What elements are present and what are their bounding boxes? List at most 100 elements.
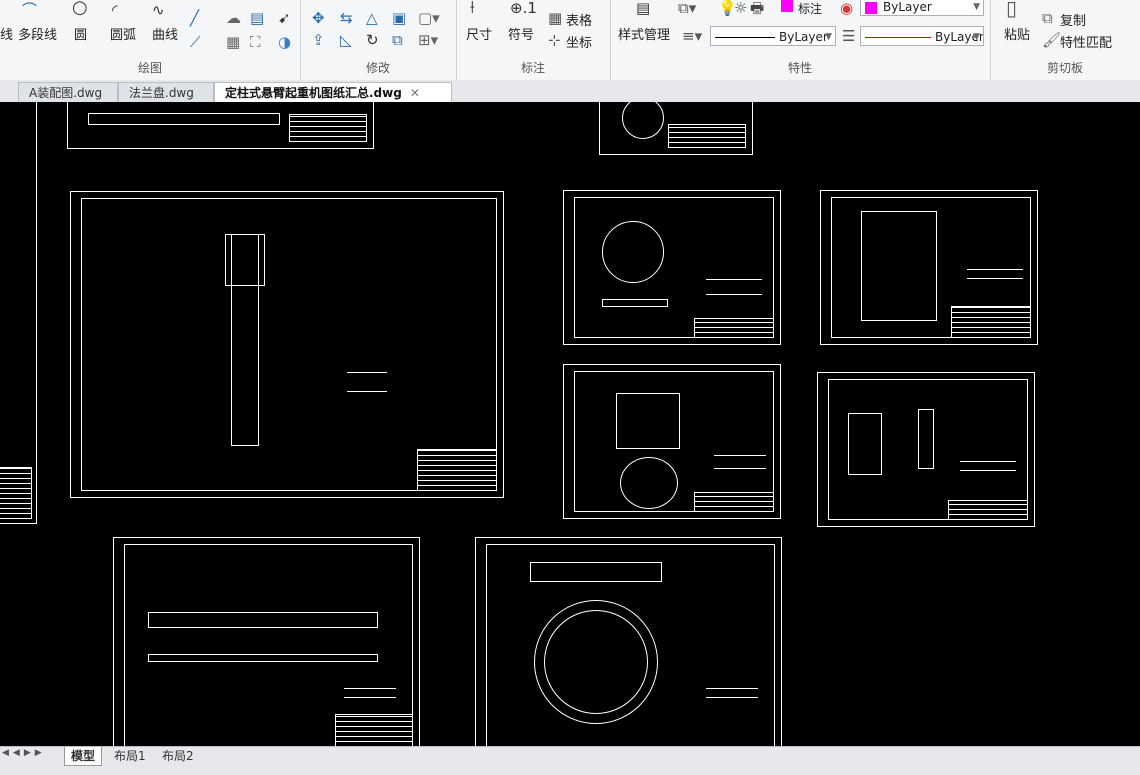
paste-button[interactable]: 粘贴 xyxy=(1004,24,1030,43)
chevron-down-icon: ▼ xyxy=(825,32,832,42)
linetype-value: ByLayer xyxy=(779,30,828,44)
title-block xyxy=(668,124,746,148)
explode-icon[interactable]: ▢▾ xyxy=(418,10,440,26)
table-button[interactable]: 表格 xyxy=(566,10,592,29)
hatch-icon[interactable]: ▤ xyxy=(250,10,264,26)
spline-button[interactable]: 曲线 xyxy=(152,24,178,43)
tab-flange[interactable]: 法兰盘.dwg xyxy=(118,82,214,102)
title-block xyxy=(335,714,413,746)
pin-part xyxy=(918,409,934,469)
dimension-icon: ⟊ xyxy=(470,0,475,18)
offset-icon[interactable]: ⧉ xyxy=(392,32,403,48)
sun-icon: ☼ xyxy=(734,0,748,17)
tab-crane-drawings[interactable]: 定柱式悬臂起重机图纸汇总.dwg ✕ xyxy=(214,82,452,102)
stretch-icon[interactable]: ⇪ xyxy=(312,32,325,48)
lineweight-dropdown[interactable]: ByLayer ▼ xyxy=(860,26,984,46)
tab-nav-arrows-icon[interactable]: ◀◀▶▶ xyxy=(2,748,46,758)
gradient-icon[interactable]: ◑ xyxy=(278,34,291,50)
circle-button[interactable]: 圆 xyxy=(74,24,87,43)
fillet-icon[interactable]: ◺ xyxy=(340,32,352,48)
note-block xyxy=(960,461,1016,471)
revcloud-icon[interactable]: ☁ xyxy=(226,10,241,26)
scale-icon[interactable]: △ xyxy=(366,10,378,26)
color-dropdown[interactable]: ByLayer ▼ xyxy=(860,0,984,16)
tab-layout2[interactable]: 布局2 xyxy=(156,747,200,765)
bushing-circle xyxy=(620,457,678,509)
close-icon[interactable]: ✕ xyxy=(410,86,420,100)
tab-label: 布局1 xyxy=(114,749,146,763)
note-block xyxy=(706,279,762,295)
arc-button[interactable]: 圆弧 xyxy=(110,24,136,43)
polyline-button[interactable]: 多段线 xyxy=(18,24,57,43)
title-block xyxy=(0,467,32,519)
tab-label: 模型 xyxy=(71,749,96,763)
circle-icon: ○ xyxy=(72,0,88,18)
drawing-sheet xyxy=(475,537,782,746)
properties-panel-title: 特性 xyxy=(787,61,812,75)
style-manager-icon: ▤ xyxy=(636,0,651,17)
match-properties-button[interactable]: 特性匹配 xyxy=(1060,32,1112,51)
layer-states-icon[interactable]: ⧉▾ xyxy=(678,0,696,16)
title-block xyxy=(417,449,497,491)
note-block xyxy=(347,372,387,392)
layer-dropdown[interactable]: 标注 xyxy=(798,0,822,17)
lock-icon: 🖶 xyxy=(750,0,765,17)
spline-icon: ∿ xyxy=(152,1,165,19)
mirror-icon[interactable]: ⇆ xyxy=(340,10,353,26)
style-manager-button[interactable]: 样式管理 xyxy=(618,24,670,43)
drawing-sheet xyxy=(820,190,1038,345)
copy-button[interactable]: 复制 xyxy=(1060,10,1086,29)
title-block xyxy=(289,114,367,142)
ring-section xyxy=(530,562,662,582)
dimension-button[interactable]: 尺寸 xyxy=(466,24,492,43)
boundary-icon[interactable]: ⛶ xyxy=(250,34,261,50)
symbol-button[interactable]: 符号 xyxy=(508,24,534,43)
file-tab-bar: A装配图.dwg 法兰盘.dwg 定柱式悬臂起重机图纸汇总.dwg ✕ xyxy=(0,80,1140,103)
bushing-section xyxy=(616,393,680,449)
annotation-panel-title: 标注 xyxy=(520,61,545,75)
color-wheel-icon[interactable]: ◉ xyxy=(840,0,853,16)
arm-rod xyxy=(148,654,378,662)
title-block xyxy=(694,492,774,512)
drawing-sheet xyxy=(67,102,374,149)
linetype-dropdown[interactable]: ByLayer ▼ xyxy=(710,26,836,46)
list-icon[interactable]: ≡▾ xyxy=(682,28,702,44)
tab-label: 定柱式悬臂起重机图纸汇总.dwg xyxy=(225,86,402,100)
point-icon[interactable]: ➹ xyxy=(278,10,291,26)
move-icon[interactable]: ✥ xyxy=(312,10,325,26)
lineweight-icon: ☰ xyxy=(842,27,856,45)
polyline-icon: ⌒ xyxy=(22,1,38,19)
trim-icon[interactable]: ⊞▾ xyxy=(418,32,438,48)
rectangle-array-icon[interactable]: ▣ xyxy=(392,10,406,26)
rotate-icon[interactable]: ↻ xyxy=(366,32,379,48)
linetype-preview-line xyxy=(715,37,775,38)
ray-icon[interactable]: ⟋ xyxy=(190,34,201,50)
part-outline xyxy=(88,113,280,125)
note-block xyxy=(967,269,1023,279)
clipboard-panel-title: 剪切板 xyxy=(1046,61,1083,75)
properties-panel: ▤ 样式管理 ⧉▾ 💡 ☼ 🖶 标注 ◉ ByLayer ▼ ≡▾ ByLayer… xyxy=(610,0,991,80)
coordinate-icon: ⊹ xyxy=(548,31,561,49)
tab-model[interactable]: 模型 xyxy=(64,747,103,766)
drawing-sheet xyxy=(0,102,37,524)
drawing-canvas[interactable] xyxy=(0,102,1140,746)
tab-assembly-drawing[interactable]: A装配图.dwg xyxy=(18,82,118,102)
sheet-border xyxy=(574,197,774,338)
tab-layout1[interactable]: 布局1 xyxy=(108,747,152,765)
region-icon[interactable]: ▦ xyxy=(226,34,240,50)
coordinate-button[interactable]: 坐标 xyxy=(566,32,592,51)
ring-inner-circle xyxy=(544,610,648,714)
title-block xyxy=(948,500,1028,520)
symbol-icon: ⊕.1 xyxy=(510,0,537,17)
part-circle xyxy=(622,102,664,139)
chevron-down-icon: ▼ xyxy=(973,2,980,12)
match-properties-icon: 🖌 xyxy=(1042,31,1062,49)
sheet-border xyxy=(81,198,497,491)
tab-label: A装配图.dwg xyxy=(29,86,103,100)
wedge-part xyxy=(848,413,882,475)
note-block xyxy=(344,688,396,698)
construction-line-icon[interactable]: ╱ xyxy=(190,10,199,26)
tab-label: 法兰盘.dwg xyxy=(129,86,194,100)
column-cap xyxy=(225,234,265,286)
line-button[interactable]: 线 xyxy=(0,24,13,43)
